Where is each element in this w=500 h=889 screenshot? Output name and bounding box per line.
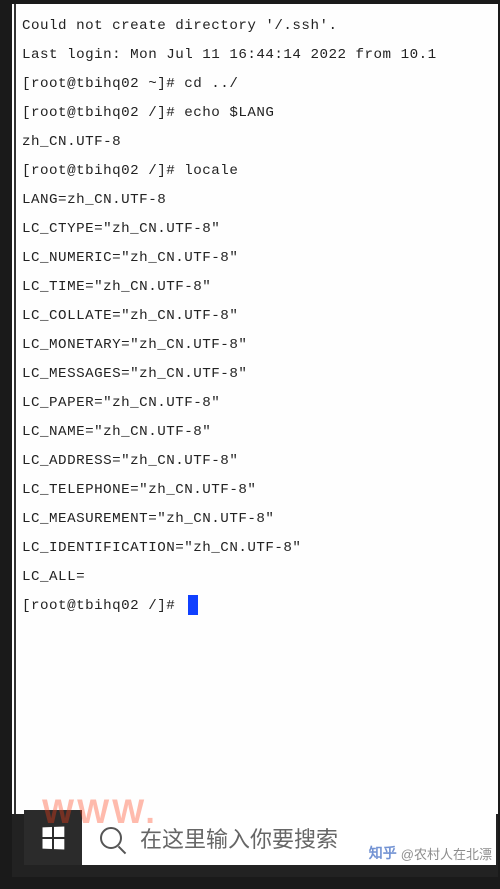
terminal-prompt: [root@tbihq02 /]# — [22, 598, 184, 614]
terminal-line: LC_CTYPE="zh_CN.UTF-8" — [22, 215, 492, 244]
terminal-window[interactable]: Could not create directory '/.ssh'. Last… — [12, 4, 498, 814]
terminal-line: LANG=zh_CN.UTF-8 — [22, 186, 492, 215]
terminal-line: LC_ADDRESS="zh_CN.UTF-8" — [22, 447, 492, 476]
terminal-line: LC_IDENTIFICATION="zh_CN.UTF-8" — [22, 534, 492, 563]
windows-logo-icon — [43, 826, 65, 849]
start-button[interactable] — [24, 810, 82, 865]
terminal-line: LC_ALL= — [22, 563, 492, 592]
terminal-line: LC_NAME="zh_CN.UTF-8" — [22, 418, 492, 447]
terminal-line: LC_TELEPHONE="zh_CN.UTF-8" — [22, 476, 492, 505]
terminal-line: LC_MESSAGES="zh_CN.UTF-8" — [22, 360, 492, 389]
terminal-line: LC_COLLATE="zh_CN.UTF-8" — [22, 302, 492, 331]
search-placeholder: 在这里输入你要搜索 — [140, 822, 338, 854]
cursor-icon — [188, 595, 198, 615]
search-icon — [100, 827, 122, 849]
terminal-prompt-line[interactable]: [root@tbihq02 /]# — [22, 592, 492, 621]
terminal-line: Last login: Mon Jul 11 16:44:14 2022 fro… — [22, 41, 492, 70]
terminal-line: LC_MONETARY="zh_CN.UTF-8" — [22, 331, 492, 360]
windows-taskbar: 在这里输入你要搜索 — [24, 810, 496, 865]
terminal-line: LC_NUMERIC="zh_CN.UTF-8" — [22, 244, 492, 273]
terminal-line: [root@tbihq02 ~]# cd ../ — [22, 70, 492, 99]
terminal-line: Could not create directory '/.ssh'. — [22, 12, 492, 41]
terminal-line: LC_PAPER="zh_CN.UTF-8" — [22, 389, 492, 418]
monitor-frame: Could not create directory '/.ssh'. Last… — [0, 0, 500, 889]
terminal-line: zh_CN.UTF-8 — [22, 128, 492, 157]
terminal-line: [root@tbihq02 /]# echo $LANG — [22, 99, 492, 128]
terminal-line: LC_TIME="zh_CN.UTF-8" — [22, 273, 492, 302]
terminal-line: [root@tbihq02 /]# locale — [22, 157, 492, 186]
terminal-line: LC_MEASUREMENT="zh_CN.UTF-8" — [22, 505, 492, 534]
taskbar-search-box[interactable]: 在这里输入你要搜索 — [82, 810, 496, 865]
